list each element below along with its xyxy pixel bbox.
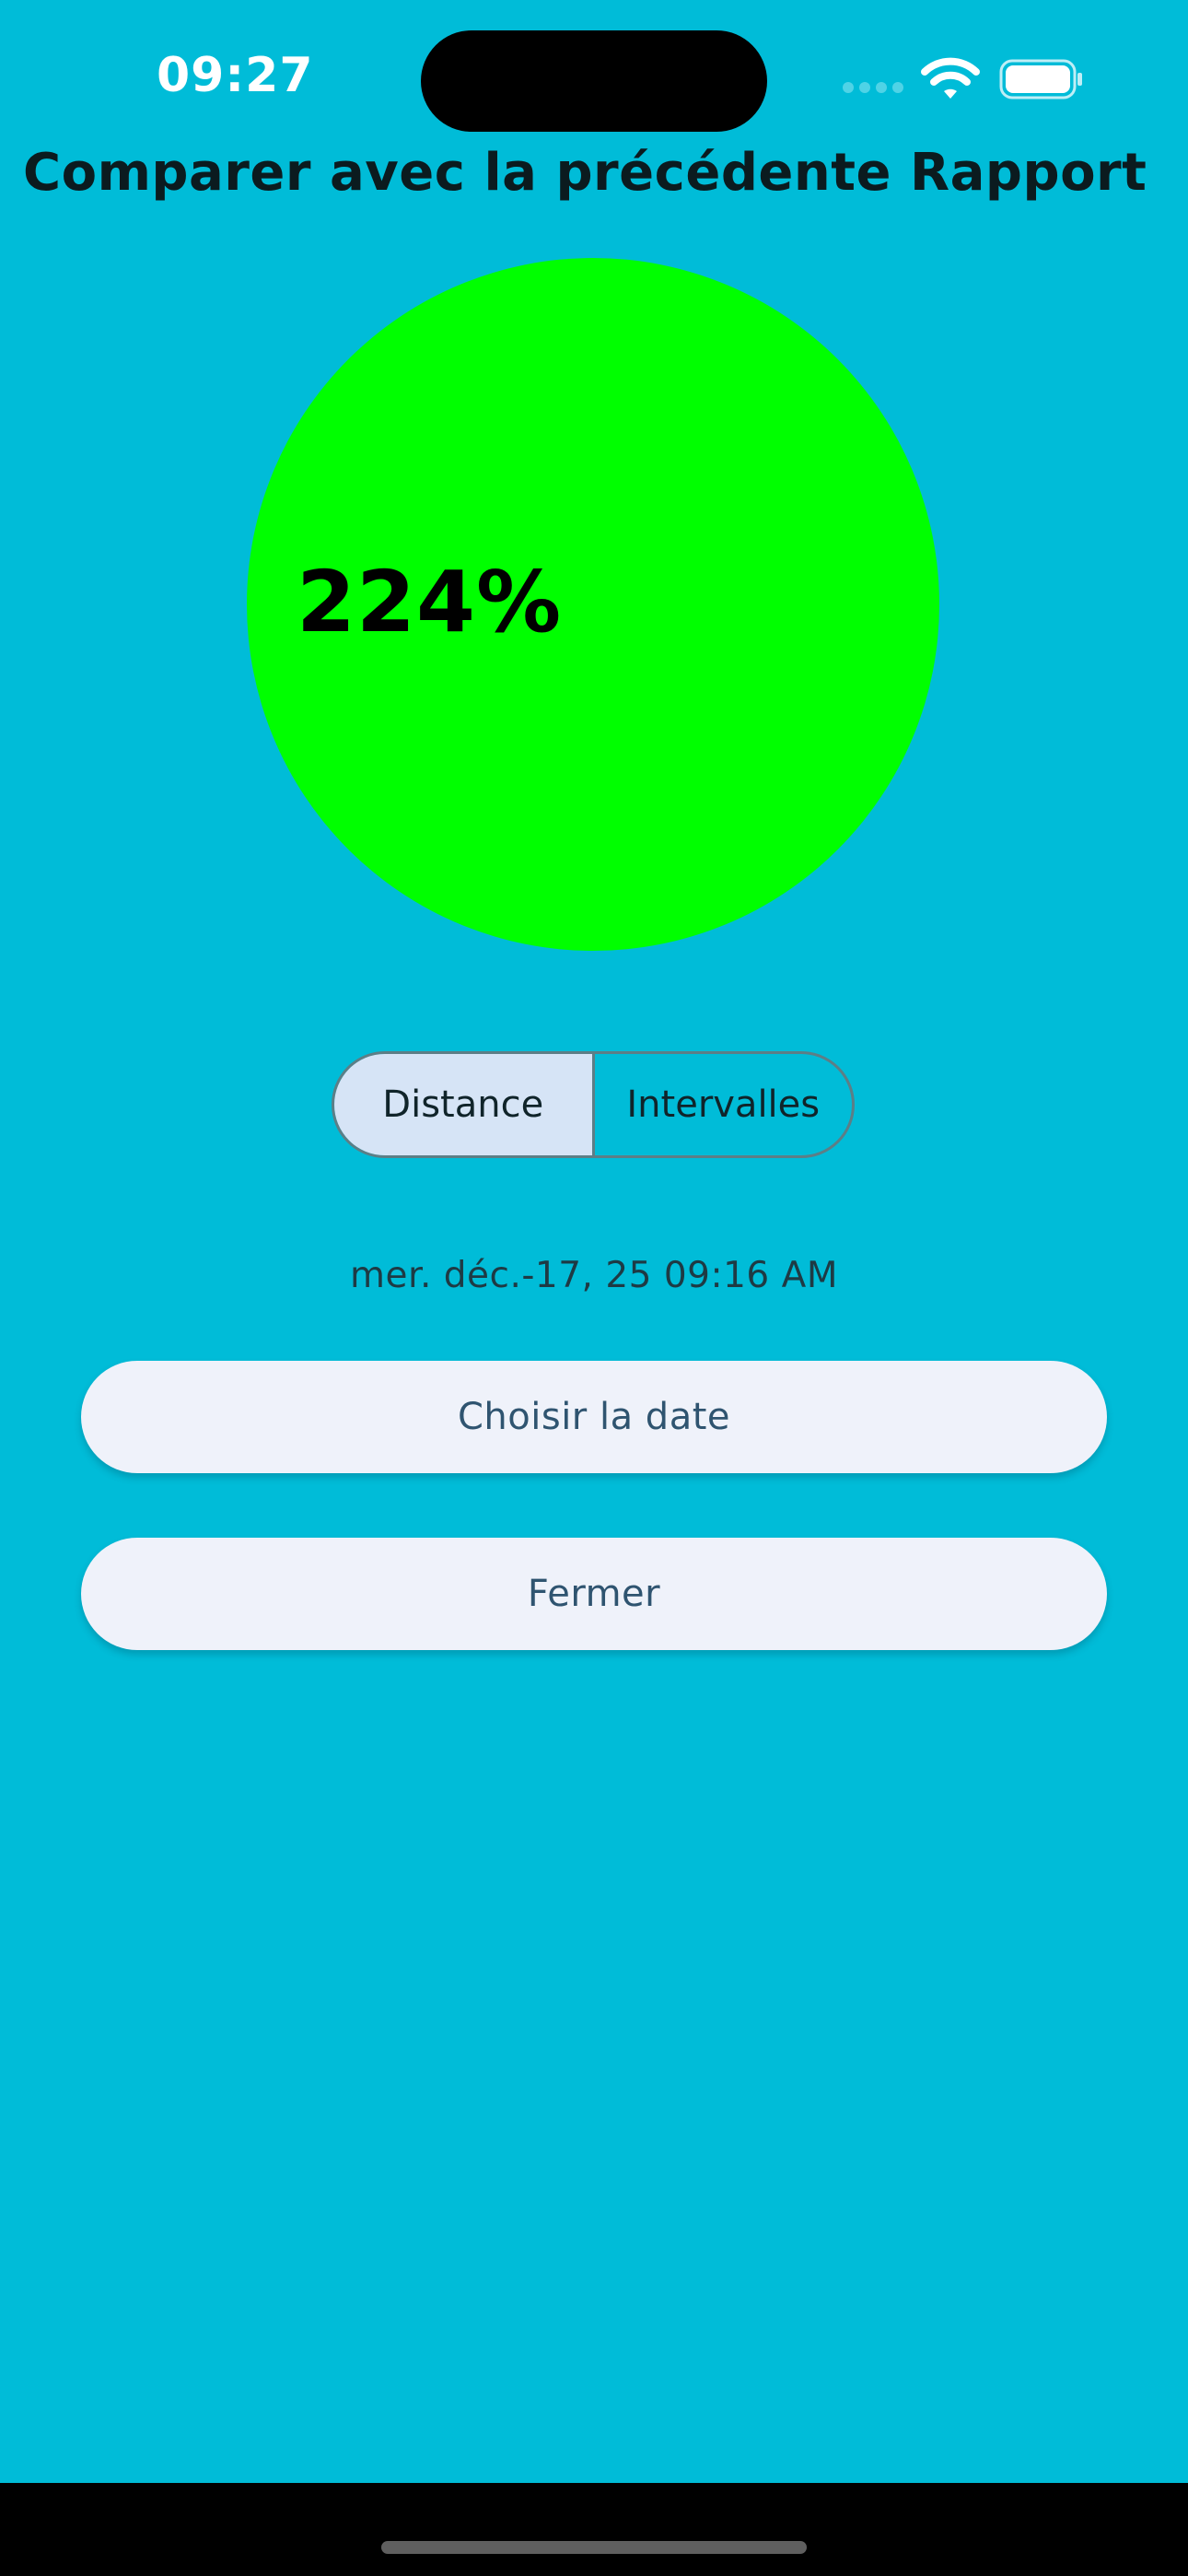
cellular-signal-icon <box>843 82 903 93</box>
page-title: Comparer avec la précédente Rapport <box>23 143 1147 203</box>
dynamic-island <box>421 30 767 132</box>
segment-distance[interactable]: Distance <box>334 1054 595 1155</box>
home-indicator[interactable] <box>381 2541 807 2554</box>
choose-date-button[interactable]: Choisir la date <box>81 1361 1107 1473</box>
wifi-icon <box>921 57 980 99</box>
status-time: 09:27 <box>157 48 314 103</box>
report-date: mer. déc.-17, 25 09:16 AM <box>350 1255 838 1296</box>
status-bar: 09:27 <box>0 0 1188 157</box>
metric-segmented-control[interactable]: Distance Intervalles <box>332 1051 855 1158</box>
comparison-percentage: 224% <box>297 553 563 651</box>
battery-icon <box>999 59 1082 100</box>
bottom-bar <box>0 2483 1188 2576</box>
segment-intervalles[interactable]: Intervalles <box>595 1054 853 1155</box>
close-button[interactable]: Fermer <box>81 1538 1107 1650</box>
